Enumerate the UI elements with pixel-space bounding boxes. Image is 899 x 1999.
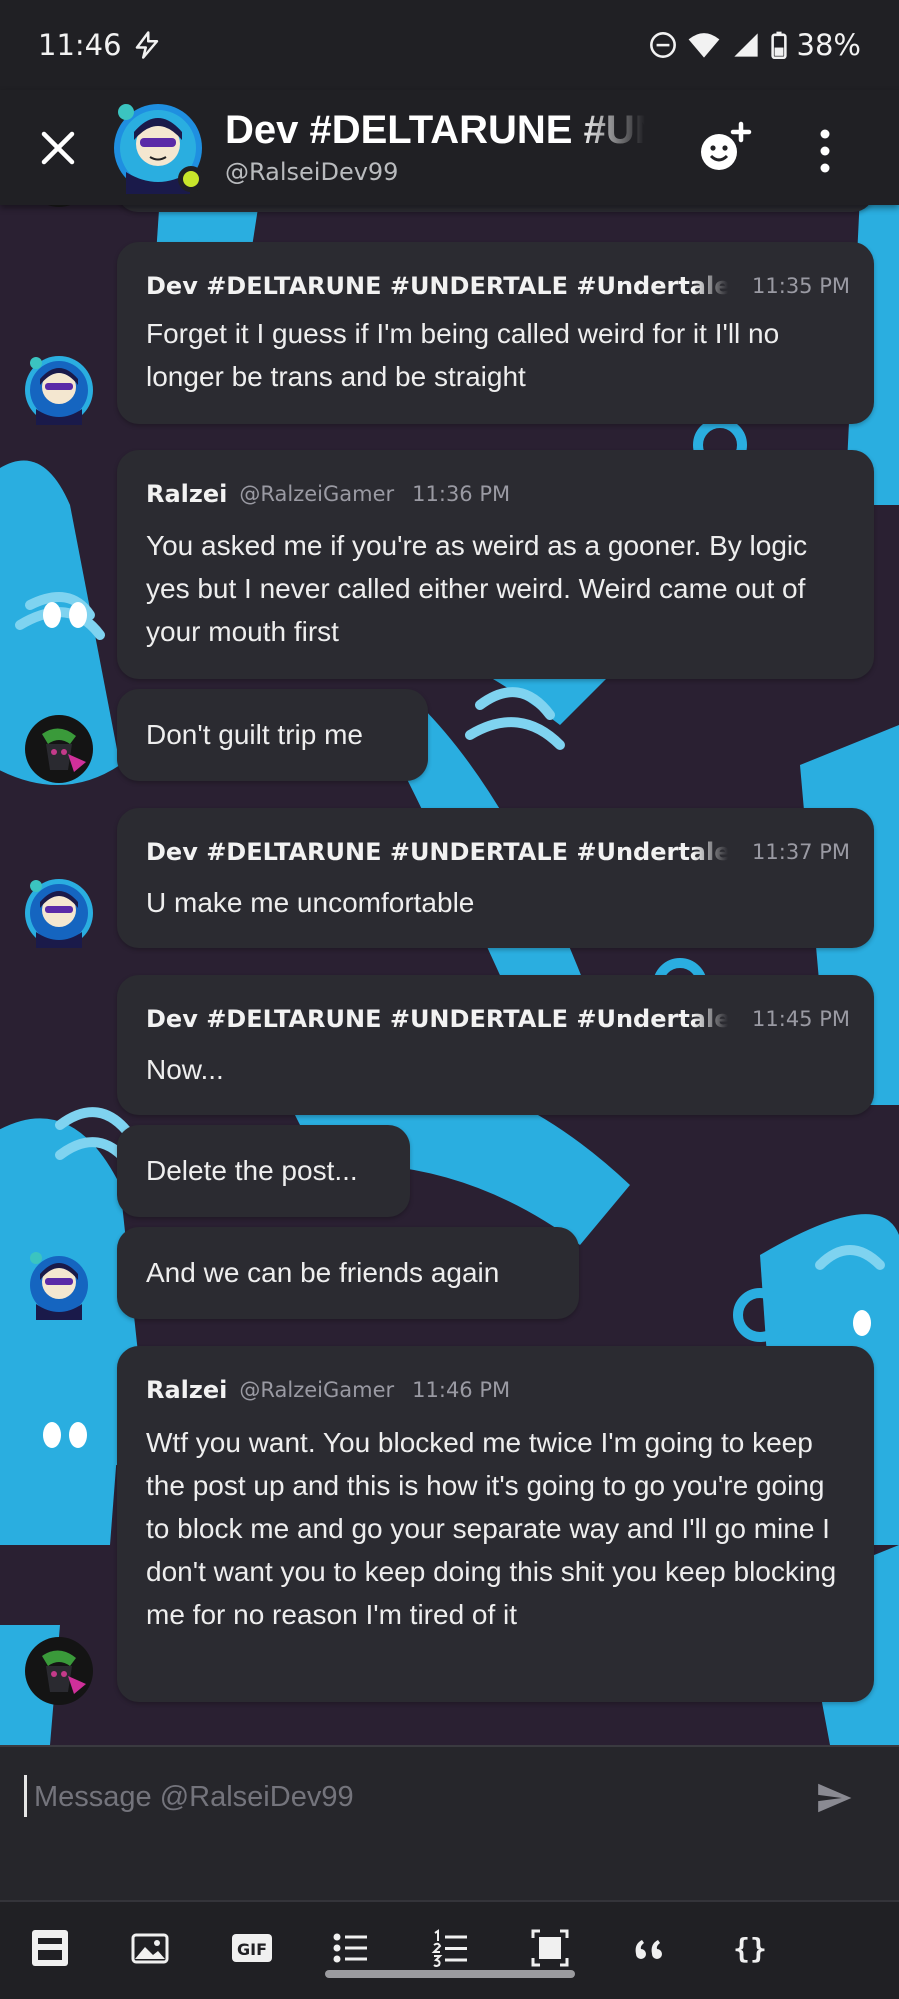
code-block-icon[interactable]: {} (730, 1928, 770, 1968)
message-bubble[interactable]: Ralzei @RalzeiGamer 11:36 PM You asked m… (117, 450, 874, 679)
message-bubble[interactable]: Delete the post... (117, 1125, 410, 1217)
message-author-handle: @RalzeiGamer (239, 482, 395, 506)
avatar[interactable] (24, 878, 94, 948)
message-timestamp: 11:46 PM (412, 1378, 511, 1402)
message-bubble[interactable]: Dev #DELTARUNE #UNDERTALE #Undertale 11:… (117, 242, 874, 424)
wifi-icon (688, 33, 719, 58)
message-author[interactable]: Ralzei (146, 1376, 227, 1404)
send-icon[interactable] (815, 1779, 853, 1817)
message-timestamp: 11:37 PM (752, 840, 850, 864)
clock: 11:46 (38, 28, 122, 62)
code-block-label: {} (733, 1932, 767, 1965)
add-friend-icon[interactable] (695, 120, 753, 178)
status-bar: 11:46 38% (0, 0, 899, 90)
battery-icon (770, 31, 787, 59)
avatar[interactable] (24, 1636, 94, 1706)
message-text: And we can be friends again (146, 1257, 500, 1288)
message-bubble[interactable]: And we can be friends again (117, 1227, 579, 1319)
message-bubble[interactable]: Dev #DELTARUNE #UNDERTALE #Undertale 11:… (117, 808, 874, 948)
numbered-list-icon[interactable] (430, 1928, 470, 1968)
do-not-disturb-icon (649, 32, 676, 58)
message-bubble[interactable]: Don't guilt trip me (117, 689, 428, 781)
message-timestamp: 11:35 PM (752, 274, 850, 298)
emoji-picker-icon[interactable] (30, 1928, 70, 1968)
lightning-icon (135, 31, 158, 59)
message-author[interactable]: Dev #DELTARUNE #UNDERTALE #Undertale (146, 272, 728, 300)
message-text: Now... (146, 1054, 224, 1085)
message-text: Wtf you want. You blocked me twice I'm g… (146, 1427, 837, 1630)
message-author-handle: @RalzeiGamer (239, 1378, 395, 1402)
spoiler-icon[interactable] (530, 1928, 570, 1968)
message-text: Forget it I guess if I'm being called we… (146, 318, 780, 392)
close-icon[interactable] (38, 128, 78, 168)
message-bubble[interactable]: Dev #DELTARUNE #UNDERTALE #Undertale 11:… (117, 975, 874, 1115)
image-attach-icon[interactable] (130, 1928, 170, 1968)
message-bubble[interactable]: Ralzei @RalzeiGamer 11:46 PM Wtf you wan… (117, 1346, 874, 1702)
message-composer (0, 1745, 899, 1900)
avatar[interactable] (24, 1250, 94, 1320)
message-text: U make me uncomfortable (146, 887, 475, 918)
chat-subtitle: @RalseiDev99 (225, 158, 399, 186)
formatting-toolbar: GIF {} (0, 1900, 899, 1999)
chat-header: Dev #DELTARUNE #UNDERTALE @RalseiDev99 (0, 90, 899, 205)
bulleted-list-icon[interactable] (330, 1928, 370, 1968)
home-indicator[interactable] (325, 1970, 575, 1978)
text-caret (24, 1775, 27, 1817)
message-author[interactable]: Ralzei (146, 480, 227, 508)
message-text: You asked me if you're as weird as a goo… (146, 530, 808, 647)
gif-icon[interactable]: GIF (230, 1928, 274, 1968)
message-timestamp: 11:45 PM (752, 1007, 850, 1031)
message-input[interactable] (34, 1771, 774, 1823)
quote-icon[interactable] (630, 1928, 670, 1968)
message-author[interactable]: Dev #DELTARUNE #UNDERTALE #Undertale (146, 838, 728, 866)
online-status-dot (178, 166, 204, 192)
avatar[interactable] (24, 714, 94, 784)
message-text: Don't guilt trip me (146, 719, 363, 750)
avatar[interactable] (24, 355, 94, 425)
chat-title: Dev #DELTARUNE #UNDERTALE (225, 108, 645, 152)
message-author[interactable]: Dev #DELTARUNE #UNDERTALE #Undertale (146, 1005, 728, 1033)
battery-level: 38% (796, 28, 861, 62)
message-text: Delete the post... (146, 1155, 358, 1186)
gif-label: GIF (237, 1940, 267, 1959)
cellular-signal-icon (733, 33, 758, 57)
message-timestamp: 11:36 PM (412, 482, 511, 506)
more-options-icon[interactable] (810, 126, 840, 176)
